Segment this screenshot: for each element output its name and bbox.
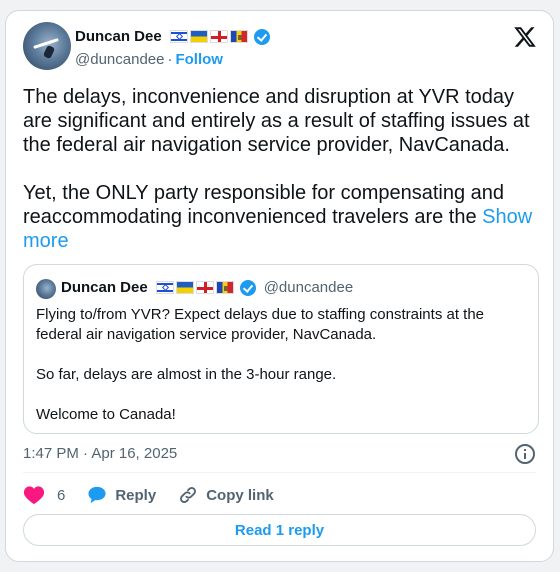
verified-badge-icon — [253, 28, 270, 45]
reply-label: Reply — [115, 486, 157, 504]
tweet-timestamp[interactable]: 1:47 PM · Apr 16, 2025 — [23, 445, 177, 462]
quote-author-name: Duncan Dee — [61, 279, 148, 296]
divider — [23, 472, 536, 473]
author-row: Duncan Dee — [75, 28, 270, 45]
quote-author-handle: @duncandee — [263, 279, 354, 296]
moldova-flag-icon — [229, 30, 248, 43]
georgia-flag-icon — [195, 281, 214, 294]
like-count: 6 — [57, 486, 66, 504]
x-logo-icon[interactable] — [513, 25, 537, 49]
quote-author-row: Duncan Dee @duncandee — [61, 279, 353, 296]
quote-text: Flying to/from YVR? Expect delays due to… — [36, 305, 526, 445]
ukraine-flag-icon — [189, 30, 208, 43]
like-button[interactable]: 6 — [23, 485, 65, 505]
follow-button[interactable]: Follow — [175, 51, 223, 68]
action-bar: 6 Reply Copy link — [23, 485, 296, 505]
reply-icon — [88, 486, 106, 504]
copy-link-button[interactable]: Copy link — [178, 485, 274, 505]
israel-flag-icon — [155, 281, 174, 294]
tweet-card: Duncan Dee @duncandee · Follow The delays,… — [5, 10, 554, 562]
heart-icon — [23, 486, 45, 505]
author-name[interactable]: Duncan Dee — [75, 28, 162, 45]
tweet-paragraph-1: The delays, inconvenience and disruption… — [23, 86, 530, 156]
quote-paragraph-2: So far, delays are almost in the 3-hour … — [36, 366, 337, 383]
ukraine-flag-icon — [175, 281, 194, 294]
moldova-flag-icon — [215, 281, 234, 294]
verified-badge-icon — [239, 279, 256, 296]
quote-paragraph-3: Welcome to Canada! — [36, 406, 176, 423]
avatar[interactable] — [23, 22, 71, 70]
quote-avatar — [36, 279, 56, 299]
tweet-paragraph-2: Yet, the ONLY party responsible for comp… — [23, 181, 543, 253]
skydiver-shape — [42, 44, 56, 60]
flag-list — [169, 30, 248, 43]
tweet-text: The delays, inconvenience and disruption… — [23, 85, 543, 277]
info-icon[interactable] — [515, 444, 535, 464]
link-icon — [180, 487, 197, 503]
israel-flag-icon — [169, 30, 188, 43]
georgia-flag-icon — [209, 30, 228, 43]
reply-button[interactable]: Reply — [87, 486, 156, 504]
author-handle-row: @duncandee · Follow — [75, 51, 223, 68]
quoted-tweet[interactable]: Duncan Dee @duncandee Flying to/from YVR… — [23, 264, 539, 434]
quote-flag-list — [155, 281, 234, 294]
copy-link-label: Copy link — [206, 486, 274, 504]
tweet-paragraph-2-text: Yet, the ONLY party responsible for comp… — [23, 182, 505, 228]
quote-paragraph-1: Flying to/from YVR? Expect delays due to… — [36, 306, 485, 343]
read-reply-button[interactable]: Read 1 reply — [23, 514, 536, 546]
separator-dot: · — [167, 51, 173, 68]
author-handle[interactable]: @duncandee — [75, 51, 164, 68]
